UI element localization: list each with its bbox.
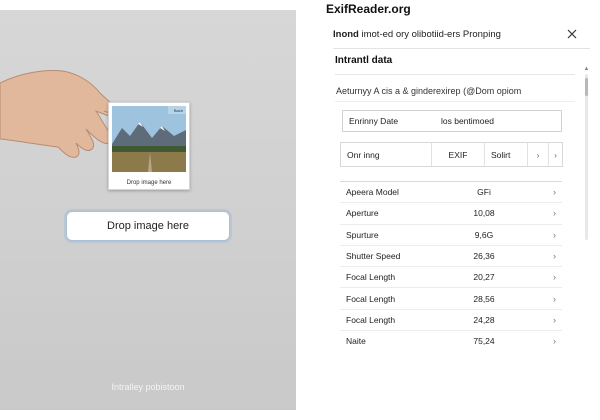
row-key: Shutter Speed xyxy=(346,251,401,262)
date-label: Enrinny Date xyxy=(349,116,399,126)
scroll-thumb[interactable] xyxy=(585,78,588,96)
section-title: Intrantl data xyxy=(335,55,393,66)
scroll-track[interactable] xyxy=(585,74,588,240)
dialog-title-bold: Inond xyxy=(333,29,359,40)
sort-toolbar: Onr inng EXIF Solirt › › xyxy=(340,142,563,167)
chevron-right-icon[interactable]: › xyxy=(553,230,556,240)
photo-card[interactable]: Bach Drop image here xyxy=(108,102,190,190)
sort-button[interactable]: Solirt xyxy=(485,143,528,166)
scrollbar[interactable]: ▲ xyxy=(583,66,590,242)
row-key: Spurture xyxy=(346,229,379,240)
section-divider xyxy=(335,74,575,75)
row-key: Naite xyxy=(346,336,366,347)
chevron-right-icon[interactable]: › xyxy=(553,315,556,325)
exif-tab[interactable]: EXIF xyxy=(432,143,485,166)
chevron-right-icon[interactable]: › xyxy=(553,208,556,218)
dialog-header: Inond imot-ed ory olibotiid-ers Pronping xyxy=(333,26,590,49)
date-value[interactable]: los bentimoed xyxy=(441,116,561,126)
row-value: 20,27 xyxy=(473,272,495,283)
row-value: 28,56 xyxy=(473,293,495,304)
table-row[interactable]: Spurture 9,6G › xyxy=(340,223,562,245)
photo-tag: Bach xyxy=(173,108,183,113)
scroll-up-arrow-icon[interactable]: ▲ xyxy=(583,66,590,72)
row-value: 75,24 xyxy=(473,336,495,347)
chevron-right-icon[interactable]: › xyxy=(553,187,556,197)
table-row[interactable]: Focal Length 28,56 › xyxy=(340,287,562,308)
chevron-right-icon[interactable]: › xyxy=(553,336,556,346)
chevron-right-icon[interactable]: › xyxy=(553,272,556,282)
chevron-right-icon[interactable]: › xyxy=(549,143,562,166)
date-filter-row[interactable]: Enrinny Date los bentimoed xyxy=(342,110,562,132)
row-value: 24,28 xyxy=(473,314,495,325)
row-key: Aperture xyxy=(346,208,379,219)
row-key: Focal Length xyxy=(346,314,396,325)
row-value: 9,6G xyxy=(474,229,494,240)
drop-image-button[interactable]: Drop image here xyxy=(66,211,230,241)
dropzone-panel[interactable]: Bach Drop image here Drop image here Int… xyxy=(0,10,296,410)
site-title[interactable]: ExifReader.org xyxy=(326,2,411,16)
description-divider xyxy=(335,101,575,102)
sort-ordering-cell[interactable]: Onr inng xyxy=(341,143,432,166)
row-key: Focal Length xyxy=(346,272,396,283)
table-row[interactable]: Apeera Model GFi › xyxy=(340,181,562,202)
table-row[interactable]: Naite 75,24 › xyxy=(340,330,562,351)
table-row[interactable]: Focal Length 20,27 › xyxy=(340,266,562,287)
row-value: 10,08 xyxy=(473,208,495,219)
landscape-photo xyxy=(112,106,186,172)
row-value: 26,36 xyxy=(473,251,495,262)
table-row[interactable]: Shutter Speed 26,36 › xyxy=(340,244,562,266)
chevron-right-icon[interactable]: › xyxy=(553,294,556,304)
chevron-right-icon[interactable]: › xyxy=(528,143,549,166)
dialog-title: Inond imot-ed ory olibotiid-ers Pronping xyxy=(333,29,501,40)
row-key: Apeera Model xyxy=(346,187,399,198)
row-value: GFi xyxy=(477,187,491,198)
exif-table: Apeera Model GFi › Aperture 10,08 › Spur… xyxy=(340,181,562,351)
close-icon[interactable] xyxy=(566,28,578,40)
table-row[interactable]: Focal Length 24,28 › xyxy=(340,308,562,330)
table-row[interactable]: Aperture 10,08 › xyxy=(340,202,562,223)
section-description: Aeturnyy A cis a & ginderexirep (@Dom op… xyxy=(336,86,522,96)
dialog-title-rest: imot-ed ory olibotiid-ers Pronping xyxy=(358,29,501,40)
photo-caption: Drop image here xyxy=(126,180,172,186)
dropzone-footer: Intralley pobistoon xyxy=(111,382,185,392)
chevron-right-icon[interactable]: › xyxy=(553,251,556,261)
row-key: Focal Length xyxy=(346,293,396,304)
